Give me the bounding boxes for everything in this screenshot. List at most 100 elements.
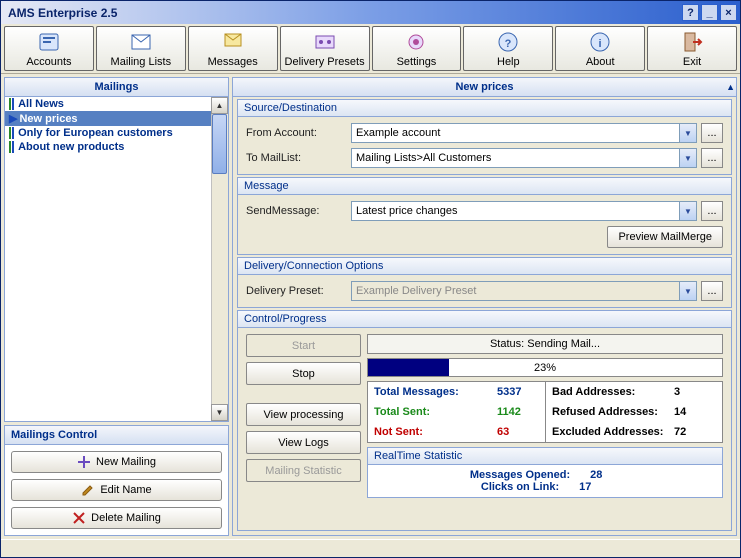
window-title: AMS Enterprise 2.5 [4,6,680,20]
accounts-icon [37,30,61,54]
mailing-statistic-button: Mailing Statistic [246,459,361,482]
scroll-up-icon[interactable]: ▲ [211,97,228,114]
realtime-header: RealTime Statistic [368,448,722,465]
delivery-presets-icon [313,30,337,54]
messages-icon [221,30,245,54]
start-button: Start [246,334,361,357]
stop-button[interactable]: Stop [246,362,361,385]
toolbar-exit[interactable]: Exit [647,26,737,71]
plus-icon [77,455,91,469]
toolbar-settings[interactable]: Settings [372,26,462,71]
group-title: Message [238,178,731,195]
delivery-options-group: Delivery/Connection Options Delivery Pre… [237,257,732,308]
chevron-down-icon[interactable]: ▼ [679,124,696,142]
mailing-lists-icon [129,30,153,54]
send-message-label: SendMessage: [246,205,351,217]
toolbar-about[interactable]: i About [555,26,645,71]
footer-bar [1,539,740,557]
view-processing-button[interactable]: View processing [246,403,361,426]
toolbar-messages[interactable]: Messages [188,26,278,71]
collapse-icon[interactable]: ▲ [726,82,735,92]
clicks-on-link-value: 17 [579,481,609,493]
source-destination-group: Source/Destination From Account: Example… [237,99,732,175]
delivery-preset-browse[interactable]: ... [701,281,723,301]
from-account-browse[interactable]: ... [701,123,723,143]
exit-icon [680,30,704,54]
messages-opened-label: Messages Opened: [470,469,570,481]
message-group: Message SendMessage: Latest price change… [237,177,732,255]
clicks-on-link-label: Clicks on Link: [481,481,559,493]
mailings-header: Mailings ▲ [5,78,228,97]
excluded-addresses-value: 72 [674,426,716,438]
svg-text:i: i [599,38,602,50]
total-messages-value: 5337 [497,386,539,398]
bad-addresses-label: Bad Addresses: [552,386,674,398]
main-toolbar: Accounts Mailing Lists Messages Delivery… [1,24,740,74]
total-sent-value: 1142 [497,406,539,418]
preview-mailmerge-button[interactable]: Preview MailMerge [607,226,723,248]
to-maillist-browse[interactable]: ... [701,148,723,168]
minimize-button[interactable]: _ [701,4,718,21]
total-messages-label: Total Messages: [374,386,497,398]
group-title: Control/Progress [238,311,731,328]
settings-icon [404,30,428,54]
toolbar-delivery-presets[interactable]: Delivery Presets [280,26,370,71]
mailing-item[interactable]: About new products [5,140,211,154]
group-title: Delivery/Connection Options [238,258,731,275]
right-column: New prices Source/Destination From Accou… [232,77,737,536]
scroll-thumb[interactable] [212,114,227,174]
chevron-down-icon[interactable]: ▼ [679,202,696,220]
from-account-combo[interactable]: Example account▼ [351,123,697,143]
mailing-item[interactable]: Only for European customers [5,126,211,140]
stats-grid: Total Messages:5337 Bad Addresses:3 Tota… [367,381,723,443]
toolbar-mailing-lists[interactable]: Mailing Lists [96,26,186,71]
not-sent-value: 63 [497,426,539,438]
toolbar-help[interactable]: ? Help [463,26,553,71]
progress-bar: 23% [367,358,723,377]
bad-addresses-value: 3 [674,386,716,398]
close-button[interactable]: × [720,4,737,21]
not-sent-label: Not Sent: [374,426,497,438]
mailings-control-header: Mailings Control [5,426,228,445]
edit-name-button[interactable]: Edit Name [11,479,222,501]
x-icon [72,511,86,525]
progress-percent: 23% [368,359,722,376]
svg-text:?: ? [505,38,512,50]
to-maillist-label: To MailList: [246,152,351,164]
messages-opened-value: 28 [590,469,620,481]
new-mailing-button[interactable]: New Mailing [11,451,222,473]
pencil-icon [81,483,95,497]
scroll-down-icon[interactable]: ▼ [211,404,228,421]
mailing-item[interactable]: All News [5,97,211,111]
chevron-down-icon[interactable]: ▼ [679,282,696,300]
mailings-control-panel: Mailings Control New Mailing Edit Name D… [4,425,229,536]
mailings-list-body: All News ▶New prices Only for European c… [5,97,228,421]
toolbar-accounts[interactable]: Accounts [4,26,94,71]
about-icon: i [588,30,612,54]
help-button[interactable]: ? [682,4,699,21]
content-area: Mailings ▲ All News ▶New prices Only for… [1,74,740,539]
mailings-panel: Mailings ▲ All News ▶New prices Only for… [4,77,229,422]
help-icon: ? [496,30,520,54]
delete-mailing-button[interactable]: Delete Mailing [11,507,222,529]
control-progress-group: Control/Progress Start Stop View process… [237,310,732,531]
delivery-preset-combo[interactable]: Example Delivery Preset▼ [351,281,697,301]
delivery-preset-label: Delivery Preset: [246,285,351,297]
view-logs-button[interactable]: View Logs [246,431,361,454]
send-message-browse[interactable]: ... [701,201,723,221]
left-column: Mailings ▲ All News ▶New prices Only for… [4,77,229,536]
refused-addresses-label: Refused Addresses: [552,406,674,418]
status-text: Status: Sending Mail... [367,334,723,354]
to-maillist-combo[interactable]: Mailing Lists>All Customers▼ [351,148,697,168]
group-title: Source/Destination [238,100,731,117]
mailing-item[interactable]: ▶New prices [5,111,211,126]
title-bar: AMS Enterprise 2.5 ? _ × [1,1,740,24]
realtime-statistic-panel: RealTime Statistic Messages Opened: 28 Cl… [367,447,723,498]
send-message-combo[interactable]: Latest price changes▼ [351,201,697,221]
right-header: New prices [233,78,736,97]
app-window: AMS Enterprise 2.5 ? _ × Accounts Mailin… [0,0,741,558]
refused-addresses-value: 14 [674,406,716,418]
excluded-addresses-label: Excluded Addresses: [552,426,674,438]
chevron-down-icon[interactable]: ▼ [679,149,696,167]
total-sent-label: Total Sent: [374,406,497,418]
